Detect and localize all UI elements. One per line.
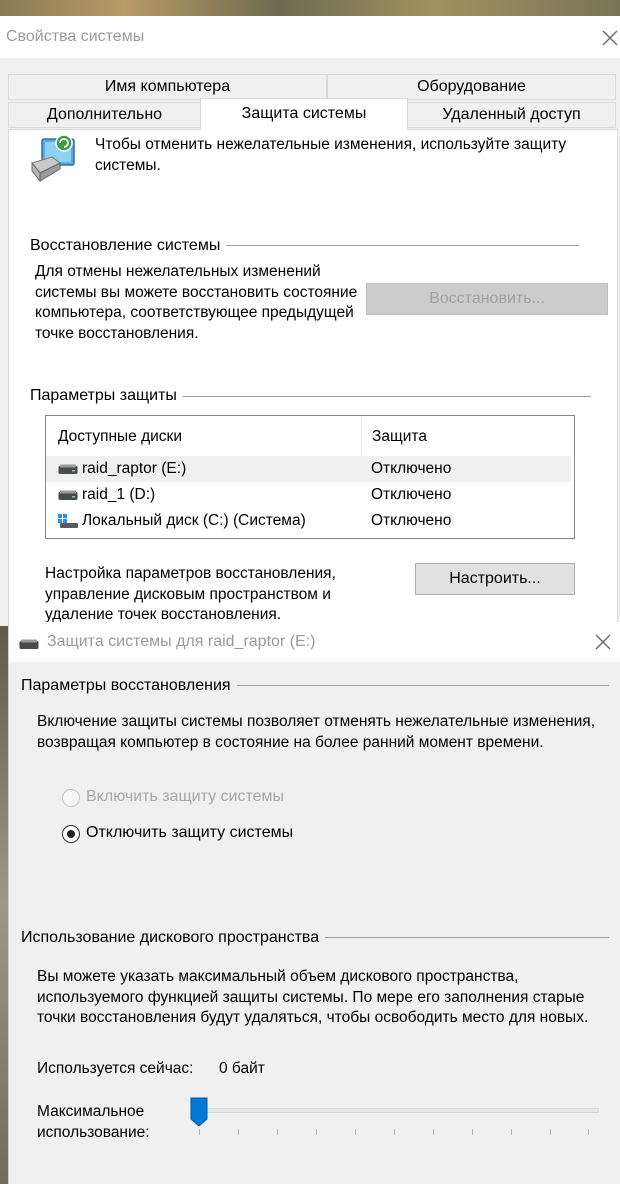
used-now-label: Используется сейчас: [37, 1060, 194, 1077]
disk-row[interactable]: raid_1 (D:) Отключено [46, 482, 571, 508]
radio-label: Отключить защиту системы [86, 824, 294, 841]
disk-protection-state: Отключено [371, 486, 452, 503]
slider-tick [394, 1129, 395, 1135]
drive-icon [58, 462, 78, 476]
system-protection-dialog: Защита системы для raid_raptor (E:) Пара… [8, 622, 620, 1184]
slider-tick [550, 1129, 551, 1135]
configure-button[interactable]: Настроить... [415, 563, 575, 595]
system-protection-icon [30, 133, 80, 185]
disk-protection-state: Отключено [371, 512, 452, 529]
desktop-background-left [0, 620, 8, 1184]
restore-description: Для отмены нежелательных изменений систе… [35, 263, 358, 342]
dialog-title: Защита системы для raid_raptor (E:) [47, 633, 316, 650]
slider-tick [433, 1129, 434, 1135]
disk-list[interactable]: Доступные диски Защита raid_raptor (E:) … [45, 415, 575, 539]
close-icon[interactable] [598, 26, 620, 50]
tab-panel [8, 129, 618, 629]
tab-system-protection[interactable]: Защита системы [200, 98, 408, 130]
restore-params-group-title: Параметры восстановления [21, 677, 237, 695]
slider-tick [199, 1129, 200, 1135]
intro-text: Чтобы отменить нежелательные изменения, … [95, 136, 567, 174]
window-title: Свойства системы [6, 28, 145, 45]
desktop-background [0, 0, 620, 16]
tab-computer-name[interactable]: Имя компьютера [8, 74, 327, 100]
config-description: Настройка параметров восстановления, упр… [45, 565, 336, 623]
enable-protection-radio[interactable]: Включить защиту системы [62, 788, 322, 810]
restore-group-title: Восстановление системы [30, 237, 227, 255]
column-header-protection[interactable]: Защита [372, 428, 427, 446]
restore-params-description: Включение защиты системы позволяет отмен… [37, 713, 595, 751]
drive-icon [58, 488, 78, 502]
max-usage-slider-thumb[interactable] [190, 1097, 208, 1127]
slider-tick [355, 1129, 356, 1135]
radio-label: Включить защиту системы [86, 788, 284, 805]
slider-tick [511, 1129, 512, 1135]
restore-button[interactable]: Восстановить... [366, 283, 608, 315]
title-bar[interactable]: Свойства системы [0, 16, 620, 58]
disk-usage-description: Вы можете указать максимальный объем дис… [37, 968, 589, 1026]
params-group-title: Параметры защиты [30, 387, 183, 405]
tab-advanced[interactable]: Дополнительно [8, 102, 201, 128]
disk-name: Локальный диск (C:) (Система) [82, 512, 306, 529]
disk-usage-group-title: Использование дискового пространства [21, 929, 326, 947]
slider-tick [277, 1129, 278, 1135]
column-header-disks[interactable]: Доступные диски [58, 428, 182, 446]
drive-icon [19, 637, 39, 649]
disk-name: raid_raptor (E:) [82, 460, 187, 477]
close-icon[interactable] [591, 630, 615, 654]
tab-hardware[interactable]: Оборудование [327, 74, 616, 100]
disable-protection-radio[interactable]: Отключить защиту системы [62, 824, 322, 846]
disk-name: raid_1 (D:) [82, 486, 156, 503]
radio-checked-icon [62, 825, 80, 843]
disk-row[interactable]: raid_raptor (E:) Отключено [46, 456, 571, 482]
disk-row[interactable]: Локальный диск (C:) (Система) Отключено [46, 508, 571, 534]
disk-protection-state: Отключено [371, 460, 452, 477]
slider-tick [316, 1129, 317, 1135]
column-separator[interactable] [361, 416, 362, 456]
tab-remote[interactable]: Удаленный доступ [407, 102, 616, 128]
slider-tick [472, 1129, 473, 1135]
dialog-title-bar[interactable]: Защита системы для raid_raptor (E:) [9, 622, 620, 662]
max-usage-label: Максимальное использование: [37, 1103, 150, 1141]
max-usage-slider-track[interactable] [199, 1108, 599, 1113]
slider-tick [588, 1129, 589, 1135]
disk-list-header: Доступные диски Защита [46, 416, 574, 456]
used-now-value: 0 байт [219, 1060, 265, 1077]
radio-unchecked-icon [62, 789, 80, 807]
slider-tick [238, 1129, 239, 1135]
windows-drive-icon [58, 514, 78, 528]
